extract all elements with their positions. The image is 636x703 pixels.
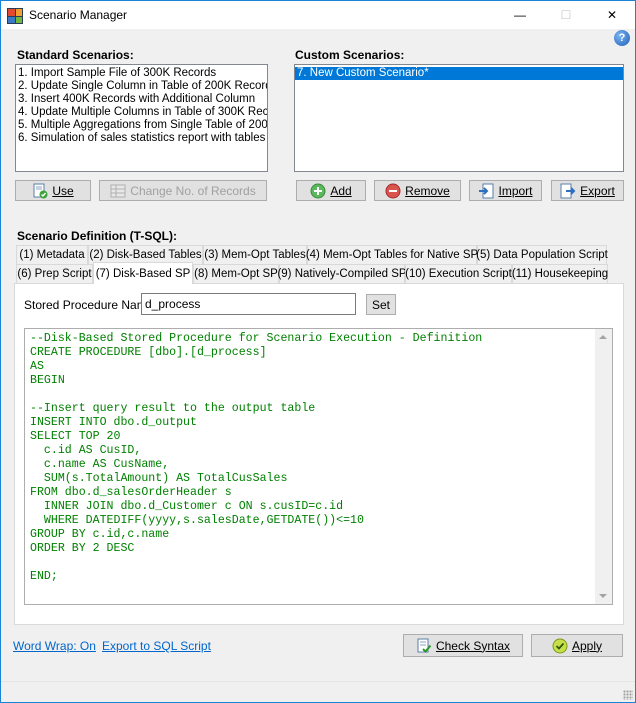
apply-check-icon	[552, 638, 568, 654]
list-item[interactable]: 1. Import Sample File of 300K Records	[16, 67, 267, 80]
title-bar: Scenario Manager — ☐ ✕	[1, 1, 635, 29]
scenario-manager-window: Scenario Manager — ☐ ✕ ? Standard Scenar…	[0, 0, 636, 703]
tab-6-prep-script[interactable]: (6) Prep Script	[16, 264, 93, 284]
tab-9-natively-compiled-sp[interactable]: (9) Natively-Compiled SP	[277, 264, 407, 284]
list-item[interactable]: 2. Update Single Column in Table of 200K…	[16, 80, 267, 93]
stored-procedure-name-input[interactable]	[141, 293, 356, 315]
add-button-label: Add	[330, 183, 352, 198]
use-button[interactable]: Use	[15, 180, 91, 201]
code-vertical-scrollbar[interactable]	[595, 329, 612, 604]
check-syntax-doc-icon	[416, 638, 432, 654]
remove-minus-icon	[385, 183, 401, 199]
remove-button[interactable]: Remove	[374, 180, 461, 201]
code-line: ORDER BY 2 DESC	[30, 542, 135, 555]
export-button-label: Export	[580, 183, 615, 198]
list-item[interactable]: 6. Simulation of sales statistics report…	[16, 132, 267, 145]
code-line: INSERT INTO dbo.d_output	[30, 416, 197, 429]
window-title: Scenario Manager	[29, 8, 128, 22]
sql-code-editor[interactable]: --Disk-Based Stored Procedure for Scenar…	[24, 328, 613, 605]
status-bar	[1, 681, 635, 702]
resize-grip-icon[interactable]	[623, 690, 633, 700]
remove-button-label: Remove	[405, 183, 450, 198]
use-button-label: Use	[52, 183, 74, 198]
code-line: WHERE DATEDIFF(yyyy,s.salesDate,GETDATE(…	[30, 514, 364, 527]
code-line: BEGIN	[30, 374, 65, 387]
list-item[interactable]: 4. Update Multiple Columns in Table of 3…	[16, 106, 267, 119]
list-item[interactable]: 7. New Custom Scenario*	[295, 67, 623, 80]
tab-5-data-population-script[interactable]: (5) Data Population Script	[476, 245, 608, 265]
change-no-of-records-button[interactable]: Change No. of Records	[99, 180, 267, 201]
apply-label: Apply	[571, 638, 603, 653]
disk-based-sp-panel: Stored Procedure Name: Set --Disk-Based …	[14, 283, 624, 625]
export-to-sql-script-link[interactable]: Export to SQL Script	[102, 639, 211, 653]
tab-10-execution-script[interactable]: (10) Execution Script	[405, 264, 512, 284]
check-syntax-button[interactable]: Check Syntax	[403, 634, 523, 657]
import-button-label: Import	[498, 183, 533, 198]
code-line: SUM(s.TotalAmount) AS TotalCusSales	[30, 472, 288, 485]
list-item[interactable]: 5. Multiple Aggregations from Single Tab…	[16, 119, 267, 132]
scroll-up-arrow-icon[interactable]	[599, 335, 607, 339]
stored-procedure-name-label: Stored Procedure Name:	[24, 298, 157, 312]
close-button[interactable]: ✕	[589, 1, 635, 29]
code-line: GROUP BY c.id,c.name	[30, 528, 170, 541]
use-doc-check-icon	[32, 183, 48, 199]
standard-scenarios-heading: Standard Scenarios:	[17, 48, 134, 62]
code-line: AS	[30, 360, 44, 373]
apply-button[interactable]: Apply	[531, 634, 623, 657]
minimize-button[interactable]: —	[497, 1, 543, 29]
list-item[interactable]: 3. Insert 400K Records with Additional C…	[16, 93, 267, 106]
code-line: END;	[30, 570, 58, 583]
export-arrow-icon	[560, 183, 576, 199]
tab-8-mem-opt-sp[interactable]: (8) Mem-Opt SP	[193, 264, 279, 284]
code-line: FROM dbo.d_salesOrderHeader s	[30, 486, 232, 499]
code-line: --Disk-Based Stored Procedure for Scenar…	[30, 332, 483, 345]
import-button[interactable]: Import	[469, 180, 542, 201]
set-button[interactable]: Set	[366, 294, 396, 315]
code-line: c.id AS CusID,	[30, 444, 142, 457]
sql-code-lines: --Disk-Based Stored Procedure for Scenar…	[30, 332, 482, 584]
code-line: SELECT TOP 20	[30, 430, 121, 443]
tab-1-metadata[interactable]: (1) Metadata	[16, 245, 88, 265]
tab-3-mem-opt-tables[interactable]: (3) Mem-Opt Tables	[203, 245, 307, 265]
help-icon[interactable]: ?	[614, 30, 630, 46]
maximize-button[interactable]: ☐	[543, 1, 589, 29]
scenario-definition-heading: Scenario Definition (T-SQL):	[17, 229, 178, 243]
custom-scenarios-heading: Custom Scenarios:	[295, 48, 405, 62]
add-plus-icon	[310, 183, 326, 199]
tab-11-housekeeping[interactable]: (11) Housekeeping	[512, 264, 608, 284]
change-records-grid-icon	[110, 183, 126, 199]
check-syntax-label: Check Syntax	[435, 638, 511, 653]
standard-scenarios-list[interactable]: 1. Import Sample File of 300K Records 2. …	[15, 64, 268, 172]
change-no-of-records-label: Change No. of Records	[130, 183, 256, 198]
add-button[interactable]: Add	[296, 180, 366, 201]
export-button[interactable]: Export	[551, 180, 624, 201]
scroll-down-arrow-icon[interactable]	[599, 594, 607, 598]
word-wrap-link[interactable]: Word Wrap: On	[13, 639, 96, 653]
tab-7-disk-based-sp[interactable]: (7) Disk-Based SP	[93, 262, 193, 284]
custom-scenarios-list[interactable]: 7. New Custom Scenario*	[294, 64, 624, 172]
code-line: c.name AS CusName,	[30, 458, 170, 471]
code-line: --Insert query result to the output tabl…	[30, 402, 316, 415]
code-line: INNER JOIN dbo.d_Customer c ON s.cusID=c…	[30, 500, 344, 513]
app-grid-icon	[7, 8, 23, 24]
import-arrow-icon	[478, 183, 494, 199]
tab-4-mem-opt-tables-for-native-sp[interactable]: (4) Mem-Opt Tables for Native SP	[306, 245, 478, 265]
code-line: CREATE PROCEDURE [dbo].[d_process]	[30, 346, 267, 359]
